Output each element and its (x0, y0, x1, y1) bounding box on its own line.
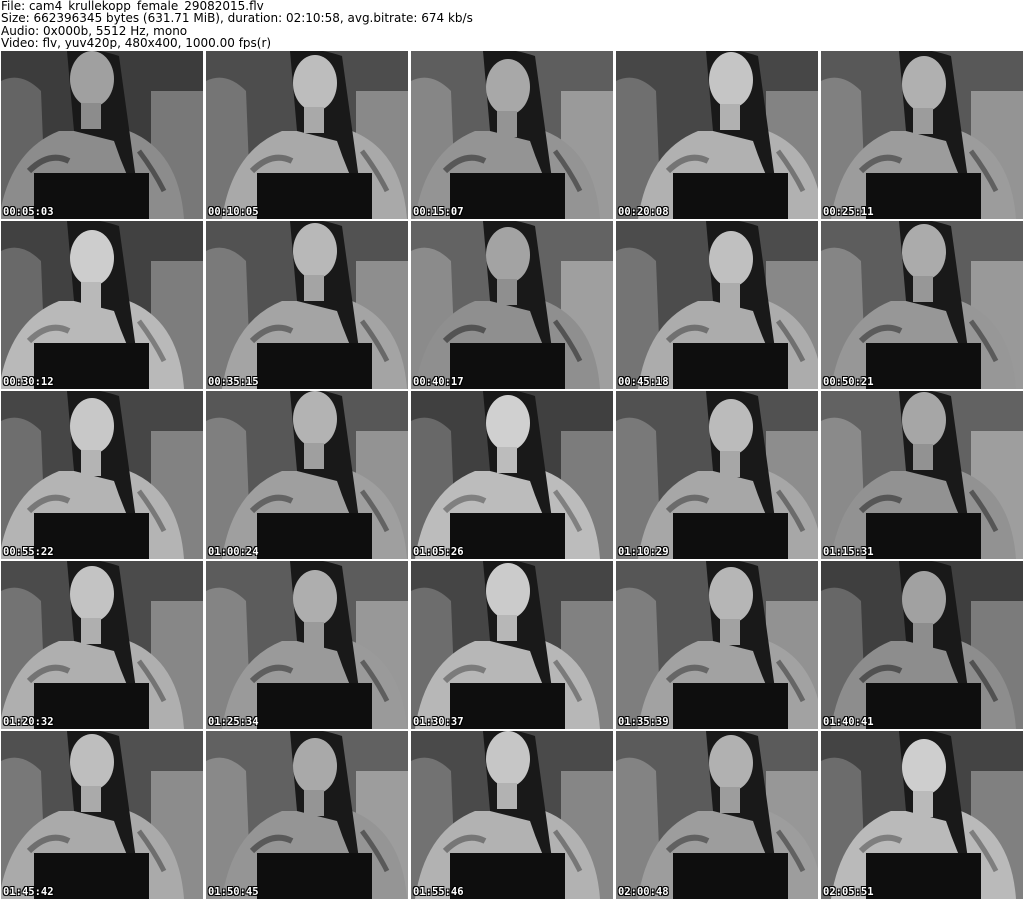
thumbnail-frame: 01:45:42 (1, 731, 203, 899)
frame-image (1, 731, 203, 899)
thumbnail-frame: 02:05:51 (821, 731, 1023, 899)
frame-image (1, 51, 203, 219)
frame-timestamp: 01:00:24 (208, 546, 259, 558)
thumbnail-frame: 00:35:15 (206, 221, 408, 389)
thumbnail-frame: 00:50:21 (821, 221, 1023, 389)
thumbnail-frame: 01:30:37 (411, 561, 613, 729)
frame-image (821, 51, 1023, 219)
frame-image (411, 561, 613, 729)
thumbnail-frame: 00:45:18 (616, 221, 818, 389)
frame-image (411, 731, 613, 899)
thumbnail-frame: 01:35:39 (616, 561, 818, 729)
frame-image (821, 731, 1023, 899)
frame-image (206, 561, 408, 729)
frame-timestamp: 01:55:46 (413, 886, 464, 898)
frame-timestamp: 01:40:41 (823, 716, 874, 728)
frame-image (411, 391, 613, 559)
thumbnail-frame: 00:05:03 (1, 51, 203, 219)
frame-image (821, 561, 1023, 729)
frame-image (206, 731, 408, 899)
frame-timestamp: 01:05:26 (413, 546, 464, 558)
thumbnail-frame: 00:20:08 (616, 51, 818, 219)
file-info-header: File: cam4_krullekopp_female_29082015.fl… (1, 0, 1021, 50)
frame-image (1, 391, 203, 559)
frame-timestamp: 00:10:05 (208, 206, 259, 218)
frame-image (821, 391, 1023, 559)
thumbnail-frame: 01:50:45 (206, 731, 408, 899)
frame-timestamp: 00:05:03 (3, 206, 54, 218)
frame-image (206, 221, 408, 389)
frame-timestamp: 00:15:07 (413, 206, 464, 218)
frame-timestamp: 02:00:48 (618, 886, 669, 898)
frame-timestamp: 00:45:18 (618, 376, 669, 388)
frame-image (616, 51, 818, 219)
thumbnail-frame: 00:30:12 (1, 221, 203, 389)
thumbnail-frame: 01:55:46 (411, 731, 613, 899)
thumbnail-frame: 01:40:41 (821, 561, 1023, 729)
frame-timestamp: 02:05:51 (823, 886, 874, 898)
thumbnail-frame: 01:15:31 (821, 391, 1023, 559)
frame-timestamp: 01:30:37 (413, 716, 464, 728)
thumbnail-frame: 00:15:07 (411, 51, 613, 219)
frame-image (206, 391, 408, 559)
video-info-line: Video: flv, yuv420p, 480x400, 1000.00 fp… (1, 36, 272, 50)
thumbnail-frame: 01:20:32 (1, 561, 203, 729)
frame-image (616, 221, 818, 389)
frame-timestamp: 01:20:32 (3, 716, 54, 728)
frame-image (1, 221, 203, 389)
file-name-line: File: cam4_krullekopp_female_29082015.fl… (1, 0, 264, 13)
thumbnail-frame: 00:40:17 (411, 221, 613, 389)
frame-timestamp: 01:25:34 (208, 716, 259, 728)
thumbnail-frame: 00:10:05 (206, 51, 408, 219)
frame-timestamp: 00:30:12 (3, 376, 54, 388)
frame-timestamp: 00:35:15 (208, 376, 259, 388)
frame-timestamp: 00:50:21 (823, 376, 874, 388)
frame-timestamp: 00:40:17 (413, 376, 464, 388)
frame-timestamp: 01:10:29 (618, 546, 669, 558)
thumbnail-frame: 01:25:34 (206, 561, 408, 729)
frame-timestamp: 01:50:45 (208, 886, 259, 898)
frame-image (616, 561, 818, 729)
thumbnail-frame: 01:05:26 (411, 391, 613, 559)
thumbnail-frame: 01:10:29 (616, 391, 818, 559)
frame-timestamp: 01:45:42 (3, 886, 54, 898)
frame-timestamp: 00:25:11 (823, 206, 874, 218)
thumbnail-grid: 00:05:03 00:10:05 00:15:07 00:20:08 00:25:11… (1, 51, 1023, 901)
audio-info-line: Audio: 0x000b, 5512 Hz, mono (1, 24, 188, 37)
frame-image (206, 51, 408, 219)
frame-image (616, 731, 818, 899)
frame-image (411, 51, 613, 219)
frame-image (821, 221, 1023, 389)
thumbnail-frame: 00:25:11 (821, 51, 1023, 219)
thumbnail-frame: 00:55:22 (1, 391, 203, 559)
frame-timestamp: 00:20:08 (618, 206, 669, 218)
thumbnail-frame: 01:00:24 (206, 391, 408, 559)
frame-image (616, 391, 818, 559)
thumbnail-frame: 02:00:48 (616, 731, 818, 899)
frame-timestamp: 00:55:22 (3, 546, 54, 558)
frame-image (411, 221, 613, 389)
frame-timestamp: 01:35:39 (618, 716, 669, 728)
frame-timestamp: 01:15:31 (823, 546, 874, 558)
file-size-line: Size: 662396345 bytes (631.71 MiB), dura… (1, 12, 473, 25)
frame-image (1, 561, 203, 729)
